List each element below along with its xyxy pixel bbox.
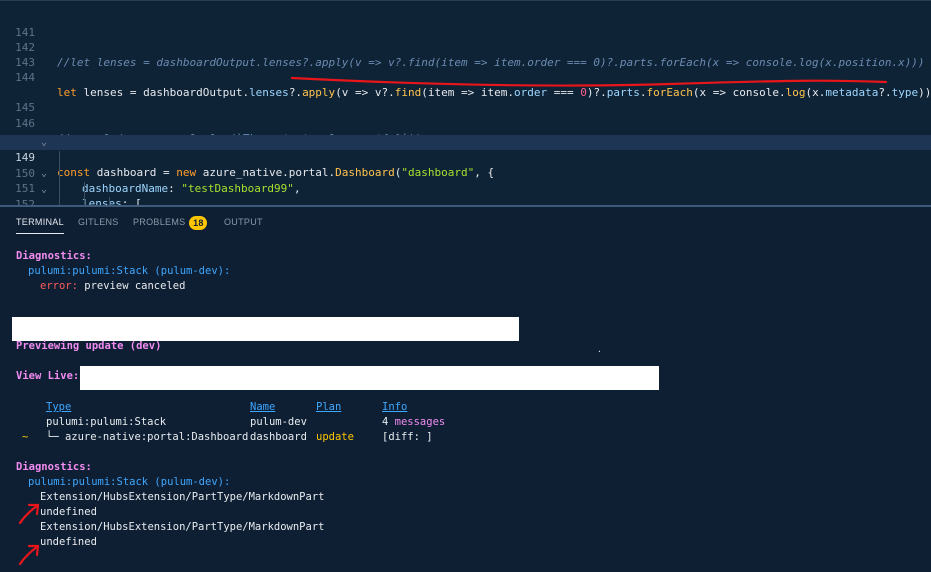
resource-name: pulum-dev bbox=[250, 416, 307, 428]
editor-top-border bbox=[0, 0, 931, 1]
fold-chevron-icon[interactable]: ⌄ bbox=[41, 184, 47, 195]
code-editor[interactable]: 141 142 //let lenses = dashboardOutput.l… bbox=[0, 0, 931, 205]
line-number: 144 bbox=[15, 71, 35, 84]
resource-info: [diff: ] bbox=[382, 431, 433, 443]
message-label: messages bbox=[388, 416, 446, 428]
error-line: error: preview canceled bbox=[40, 279, 185, 293]
stray-dot: · bbox=[597, 347, 602, 356]
indent-guide bbox=[84, 182, 85, 205]
indent-guide bbox=[109, 197, 110, 205]
red-arrow-annotation bbox=[18, 503, 40, 525]
output-line: undefined bbox=[40, 536, 97, 548]
fold-chevron-icon[interactable]: ⌄ bbox=[41, 168, 47, 179]
stack-label: pulumi:pulumi:Stack (pulum-dev): bbox=[28, 265, 231, 277]
view-live-label: View Live: bbox=[16, 370, 80, 382]
code-line-current[interactable]: 149 const dashboard = new azure_native.p… bbox=[0, 135, 931, 179]
code-line[interactable]: 152 { bbox=[0, 182, 931, 205]
previewing-text: Previewing update (dev) bbox=[16, 340, 162, 352]
code-line[interactable]: 146 // .apply(v => console.log(`The outp… bbox=[0, 101, 931, 145]
code-line[interactable]: 151 lenses: [ bbox=[0, 166, 931, 205]
resource-name: dashboard bbox=[250, 431, 307, 443]
code-line[interactable]: 148 bbox=[0, 121, 931, 150]
indent-guide bbox=[59, 151, 60, 205]
redacted-block bbox=[12, 317, 519, 341]
bottom-panel: TERMINAL GITLENS PROBLEMS 18 OUTPUT Diagn… bbox=[0, 205, 931, 572]
red-arrow-annotation bbox=[18, 544, 40, 566]
error-message: preview canceled bbox=[77, 280, 186, 292]
output-line: undefined bbox=[40, 506, 97, 518]
update-marker: ~ bbox=[22, 431, 29, 443]
diagnostics-heading: Diagnostics: bbox=[16, 250, 92, 262]
diagnostics-heading: Diagnostics: bbox=[16, 461, 92, 473]
code-line[interactable]: 141 bbox=[0, 10, 931, 39]
vscode-window: 141 142 //let lenses = dashboardOutput.l… bbox=[0, 0, 931, 572]
output-line: Extension/HubsExtension/PartType/Markdow… bbox=[40, 521, 325, 533]
stack-label: pulumi:pulumi:Stack (pulum-dev): bbox=[28, 476, 231, 488]
column-header-plan: Plan bbox=[316, 401, 342, 413]
resource-plan: update bbox=[316, 431, 354, 443]
code-line[interactable]: 142 //let lenses = dashboardOutput.lense… bbox=[0, 25, 931, 69]
code-line[interactable]: 143 bbox=[0, 40, 931, 69]
column-header-info: Info bbox=[382, 401, 408, 413]
error-label: error: bbox=[40, 280, 78, 292]
code-line[interactable]: 153 order: 0 bbox=[0, 197, 931, 205]
resource-info: 4 messages bbox=[382, 415, 445, 429]
output-line: Extension/HubsExtension/PartType/Markdow… bbox=[40, 491, 325, 503]
code-line[interactable]: 150 dashboardName: "testDashboard99", bbox=[0, 151, 931, 195]
column-header-type: Type bbox=[46, 401, 72, 413]
redacted-url bbox=[80, 366, 659, 390]
resource-type: └─ azure-native:portal:Dashboard bbox=[46, 431, 249, 443]
code-line[interactable]: 145 bbox=[0, 85, 931, 114]
column-header-name: Name bbox=[250, 401, 276, 413]
fold-chevron-icon[interactable]: ⌄ bbox=[41, 137, 47, 148]
terminal-output[interactable]: Diagnostics: pulumi:pulumi:Stack (pulum-… bbox=[0, 205, 931, 572]
resource-type: pulumi:pulumi:Stack bbox=[46, 416, 167, 428]
